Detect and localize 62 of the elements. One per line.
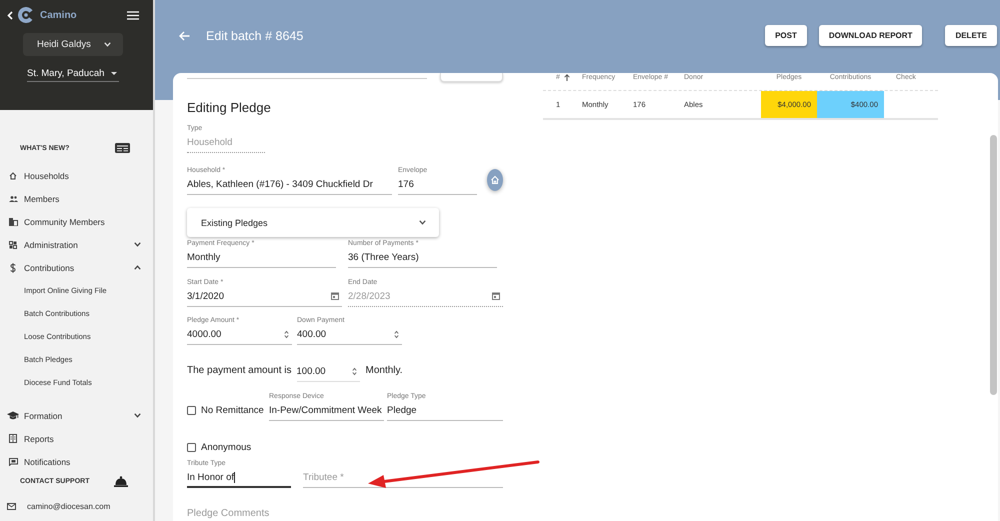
logo-icon xyxy=(18,7,34,23)
newspaper-icon[interactable] xyxy=(115,143,130,153)
pledge-type-field[interactable]: Pledge xyxy=(387,403,503,421)
caret-icon xyxy=(111,72,117,74)
nav-item[interactable]: Formation xyxy=(0,404,153,427)
comments-field[interactable]: Pledge Comments xyxy=(187,507,337,519)
start-date-field[interactable]: 3/1/2020 xyxy=(187,289,342,307)
user-dropdown[interactable]: Heidi Galdys xyxy=(23,33,123,56)
download-report-button[interactable]: DOWNLOAD REPORT xyxy=(818,25,922,46)
nav-item[interactable]: Households xyxy=(0,164,153,187)
checkbox[interactable] xyxy=(187,442,196,452)
menu-icon[interactable] xyxy=(127,10,139,20)
pledge-amount-field[interactable]: 4000.00 xyxy=(187,327,292,345)
sort-arrow-icon[interactable] xyxy=(564,74,570,81)
message-icon xyxy=(8,458,18,466)
spinner-icon[interactable] xyxy=(352,366,356,376)
existing-pledges-panel[interactable]: Existing Pledges xyxy=(187,208,439,237)
graduation-cap-icon xyxy=(7,410,19,421)
calendar-icon[interactable] xyxy=(331,292,339,300)
back-icon[interactable] xyxy=(7,10,13,20)
number-of-payments-field[interactable]: 36 (Three Years) xyxy=(348,250,497,268)
nav-item[interactable]: Members xyxy=(0,187,153,210)
house-icon xyxy=(9,172,17,180)
grid-icon xyxy=(9,240,17,248)
people-icon xyxy=(8,196,18,202)
back-arrow-icon[interactable] xyxy=(179,31,190,41)
form-title: Editing Pledge xyxy=(187,100,272,116)
text-cursor-icon xyxy=(234,472,235,482)
report-icon xyxy=(9,434,17,443)
house-icon xyxy=(490,175,500,185)
sentence-text: The payment amount is xyxy=(187,364,292,378)
service-bell-icon[interactable] xyxy=(114,476,128,486)
envelope-icon xyxy=(7,502,16,510)
payment-frequency-field[interactable]: Monthly xyxy=(187,250,336,268)
nav-item[interactable]: Community Members xyxy=(0,210,153,233)
parish-dropdown[interactable]: St. Mary, Paducah xyxy=(27,65,119,82)
checkbox-label: No Remittance xyxy=(201,404,264,416)
sentence-text: Monthly. xyxy=(366,364,403,378)
household-field[interactable]: Ables, Kathleen (#176) - 3409 Chuckfield Dr xyxy=(187,177,392,195)
nav-item[interactable]: Contributions xyxy=(0,256,153,279)
building-icon xyxy=(8,218,18,226)
checkbox-label: Anonymous xyxy=(201,442,252,452)
home-button[interactable] xyxy=(487,169,503,191)
scrollbar-thumb[interactable] xyxy=(990,135,997,395)
nav-item[interactable]: Reports xyxy=(0,427,153,450)
spinner-icon[interactable] xyxy=(394,330,399,338)
down-payment-field[interactable]: 400.00 xyxy=(297,327,402,345)
brand-name: Camino xyxy=(40,10,77,20)
spinner-icon[interactable] xyxy=(284,330,289,338)
chevron-down-icon xyxy=(104,42,111,47)
payment-amount-field[interactable]: 100.00 xyxy=(296,364,360,382)
tribute-type-field[interactable]: In Honor of xyxy=(187,470,291,488)
page-title: Edit batch # 8645 xyxy=(206,28,304,45)
checkbox[interactable] xyxy=(187,406,196,414)
nav-item[interactable]: Notifications xyxy=(0,450,153,473)
delete-button[interactable]: DELETE xyxy=(945,25,997,46)
support-email-link[interactable]: camino@diocesan.com xyxy=(27,502,110,510)
dollar-icon xyxy=(10,262,16,272)
nav-item[interactable]: Administration xyxy=(0,233,153,256)
envelope-field[interactable]: 176 xyxy=(398,177,477,195)
response-device-field[interactable]: In-Pew/Commitment Week xyxy=(269,403,384,421)
post-button[interactable]: POST xyxy=(765,25,807,46)
